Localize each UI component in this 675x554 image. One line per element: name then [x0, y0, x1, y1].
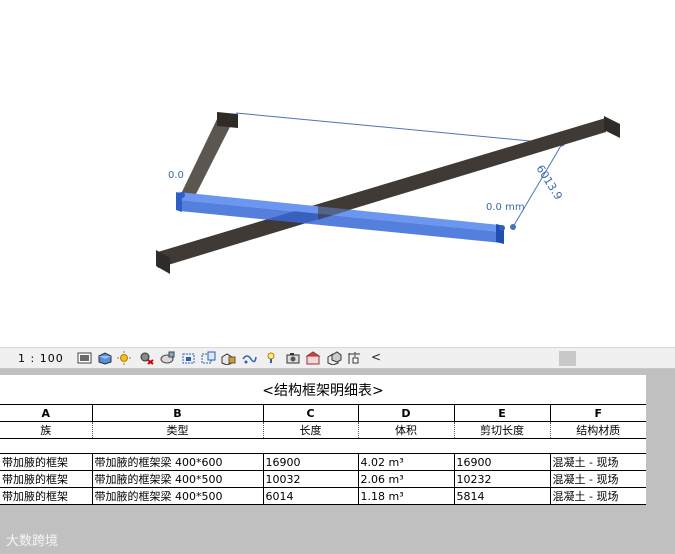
- cell-volume[interactable]: 1.18 m³: [358, 487, 455, 505]
- cell-type[interactable]: 带加腋的框架梁 400*500: [92, 470, 264, 488]
- visual-style-icon[interactable]: [97, 351, 112, 365]
- dimension-grip-bottom[interactable]: [510, 224, 516, 230]
- schedule-table-wrap: <结构框架明细表> A B C D E F 族 类型 长度 体积 剪切长度 结构…: [0, 375, 647, 505]
- column-header-row: 族 类型 长度 体积 剪切长度 结构材质: [0, 421, 647, 439]
- highlight-displacement-icon[interactable]: [327, 351, 342, 365]
- cell-family[interactable]: 带加腋的框架: [0, 487, 93, 505]
- column-letter-a[interactable]: A: [0, 404, 93, 422]
- header-family[interactable]: 族: [0, 421, 93, 439]
- watermark: 大数跨境: [6, 534, 59, 549]
- unlock-3d-icon[interactable]: [221, 351, 236, 365]
- column-letter-d[interactable]: D: [358, 404, 455, 422]
- shadows-icon[interactable]: [139, 351, 154, 365]
- show-crop-icon[interactable]: [201, 351, 216, 365]
- header-volume[interactable]: 体积: [358, 421, 455, 439]
- schedule-view: <结构框架明细表> A B C D E F 族 类型 长度 体积 剪切长度 结构…: [0, 369, 675, 554]
- analytical-model-icon[interactable]: [306, 351, 321, 365]
- schedule-table: <结构框架明细表> A B C D E F 族 类型 长度 体积 剪切长度 结构…: [0, 375, 647, 505]
- dim-label-length[interactable]: 6013.9: [533, 163, 564, 203]
- cell-family[interactable]: 带加腋的框架: [0, 453, 93, 471]
- detail-level-icon[interactable]: [77, 351, 92, 365]
- cell-length[interactable]: 6014: [263, 487, 359, 505]
- header-type[interactable]: 类型: [92, 421, 264, 439]
- column-letter-c[interactable]: C: [263, 404, 359, 422]
- column-letter-f[interactable]: F: [550, 404, 647, 422]
- constraints-icon[interactable]: [347, 351, 362, 365]
- dim-label-left[interactable]: 0.0: [168, 170, 184, 181]
- header-material[interactable]: 结构材质: [550, 421, 647, 439]
- cell-volume[interactable]: 4.02 m³: [358, 453, 455, 471]
- temporary-hide-icon[interactable]: [242, 351, 257, 365]
- cell-length[interactable]: 16900: [263, 453, 359, 471]
- crop-view-icon[interactable]: [181, 351, 196, 365]
- schedule-title[interactable]: <结构框架明细表>: [0, 375, 647, 405]
- cell-cut-length[interactable]: 5814: [454, 487, 551, 505]
- dim-label-right[interactable]: 0.0 mm: [486, 202, 525, 213]
- cell-material[interactable]: 混凝土 - 现场: [550, 470, 647, 488]
- cell-family[interactable]: 带加腋的框架: [0, 470, 93, 488]
- cell-material[interactable]: 混凝土 - 现场: [550, 487, 647, 505]
- beam-end-grip-right[interactable]: [499, 225, 505, 231]
- header-length[interactable]: 长度: [263, 421, 359, 439]
- reveal-hidden-icon[interactable]: [264, 351, 279, 365]
- table-row[interactable]: 带加腋的框架 带加腋的框架梁 400*500 10032 2.06 m³ 102…: [0, 470, 647, 488]
- table-row[interactable]: 带加腋的框架 带加腋的框架梁 400*600 16900 4.02 m³ 169…: [0, 453, 647, 471]
- column-letter-b[interactable]: B: [92, 404, 264, 422]
- model-canvas[interactable]: 0.0 0.0 mm 6013.9: [0, 0, 675, 347]
- 3d-viewport[interactable]: 0.0 0.0 mm 6013.9: [0, 0, 675, 347]
- beam-short[interactable]: [180, 112, 238, 200]
- view-control-bar: 1 : 100 <: [0, 347, 675, 369]
- column-letter-row: A B C D E F: [0, 404, 647, 422]
- cell-material[interactable]: 混凝土 - 现场: [550, 453, 647, 471]
- horizontal-scrollbar-thumb[interactable]: [559, 351, 576, 366]
- cell-cut-length[interactable]: 16900: [454, 453, 551, 471]
- cell-cut-length[interactable]: 10232: [454, 470, 551, 488]
- cell-volume[interactable]: 2.06 m³: [358, 470, 455, 488]
- spacer-row: [0, 439, 646, 454]
- schedule-title-row: <结构框架明细表>: [0, 375, 647, 405]
- temporary-view-icon[interactable]: [286, 351, 301, 365]
- cell-length[interactable]: 10032: [263, 470, 359, 488]
- column-letter-e[interactable]: E: [454, 404, 551, 422]
- cell-type[interactable]: 带加腋的框架梁 400*500: [92, 487, 264, 505]
- view-scale[interactable]: 1 : 100: [18, 352, 64, 365]
- collapse-toolbar-icon[interactable]: <: [371, 350, 381, 364]
- beam-end-grip-left[interactable]: [179, 192, 185, 198]
- header-cut-length[interactable]: 剪切长度: [454, 421, 551, 439]
- cell-type[interactable]: 带加腋的框架梁 400*600: [92, 453, 264, 471]
- dimension-witness-line-top: [235, 112, 563, 145]
- table-row[interactable]: 带加腋的框架 带加腋的框架梁 400*500 6014 1.18 m³ 5814…: [0, 487, 647, 505]
- render-icon[interactable]: [160, 351, 175, 365]
- sun-path-icon[interactable]: [117, 351, 132, 365]
